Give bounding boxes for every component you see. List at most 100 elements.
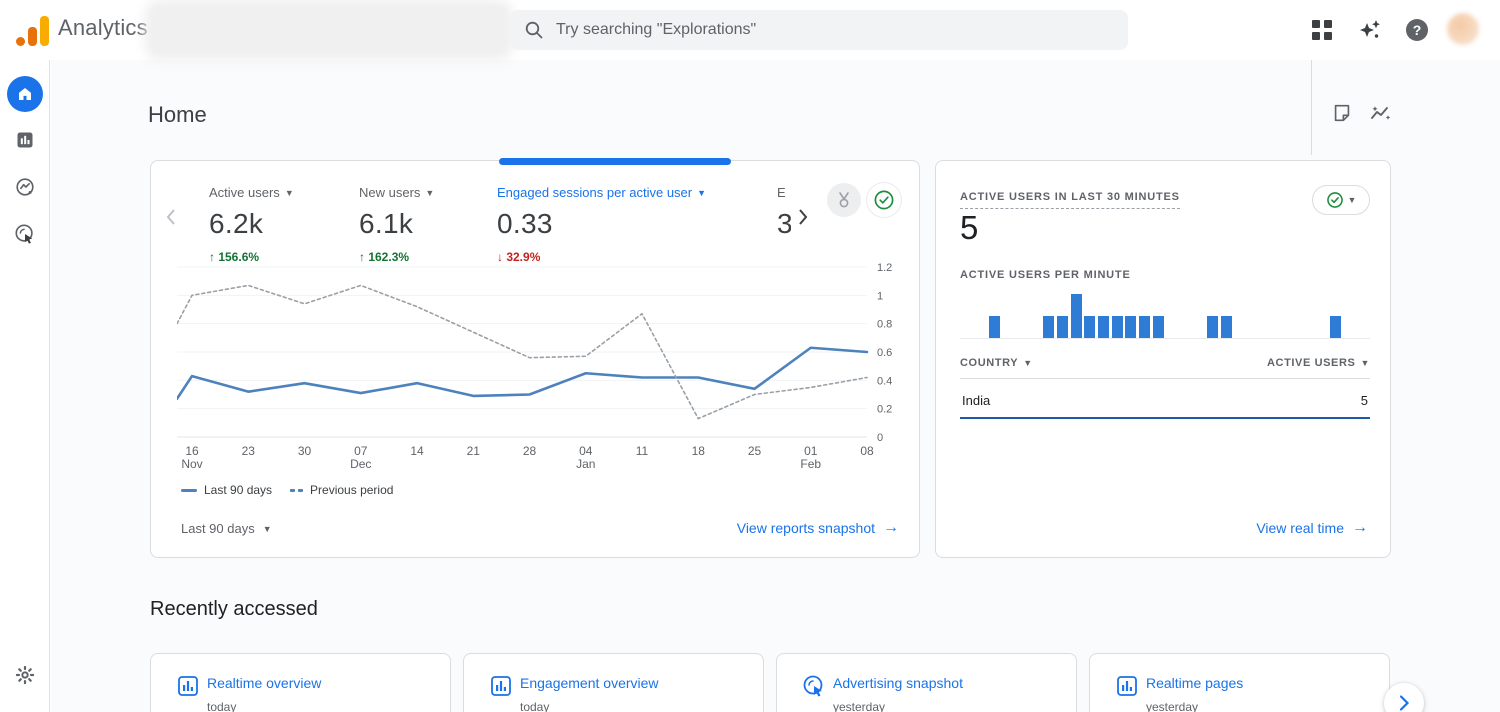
chevron-down-icon: ▼ [1023,358,1033,368]
search-input[interactable] [556,21,1114,39]
minute-bar [1330,316,1341,338]
minute-slot [1329,289,1343,338]
reports-icon [15,130,35,150]
recent-card-subtitle: yesterday [1146,700,1198,712]
metric-label-dropdown[interactable]: Active users▼ [209,185,294,200]
country-cell: India [962,393,990,408]
legend-label: Previous period [310,483,393,497]
country-column-sort[interactable]: COUNTRY▼ [960,357,1033,369]
svg-text:0.8: 0.8 [877,319,892,331]
carousel-scroll-indicator[interactable] [499,158,731,165]
account-switcher-redacted[interactable] [150,5,508,55]
minute-slot [1233,289,1247,338]
minute-slot [1206,289,1220,338]
advertising-icon [14,223,36,245]
carousel-prev-button[interactable] [161,205,181,229]
note-icon[interactable] [1329,100,1355,126]
minute-slot [1302,289,1316,338]
metric-label-dropdown[interactable]: New users▼ [359,185,434,200]
metric-label-text: Engaged sessions per active user [497,185,692,200]
legend-label: Last 90 days [204,483,272,497]
sparkle-insights-icon[interactable] [1356,16,1384,44]
x-tick-label: 14 [410,445,423,458]
global-search[interactable] [510,10,1128,50]
minute-slot [1151,289,1165,338]
apps-grid-icon[interactable] [1308,16,1336,44]
date-range-selector[interactable]: Last 90 days ▼ [181,521,272,536]
minute-slot [1056,289,1070,338]
minute-slot [1343,289,1357,338]
benchmarking-medal-button[interactable] [827,183,861,217]
header-divider [1311,60,1312,155]
x-tick-label: 21 [467,445,480,458]
minute-slot [1165,289,1179,338]
metric-label-dropdown[interactable]: E [777,185,791,200]
carousel-next-button[interactable] [793,205,813,229]
realtime-status-dropdown[interactable]: ▼ [1312,185,1370,215]
active-users-column-sort[interactable]: ACTIVE USERS▼ [1267,357,1370,369]
insights-trend-icon[interactable] [1367,100,1393,126]
recent-card-realtime-pages[interactable]: Realtime pagesyesterday [1089,653,1390,712]
minute-slot [1315,289,1329,338]
minute-bar [1084,316,1095,338]
recent-card-realtime-overview[interactable]: Realtime overviewtoday [150,653,451,712]
minute-bar [1071,294,1082,338]
minute-slot [1274,289,1288,338]
minute-slot [1179,289,1193,338]
minute-bar [1221,316,1232,338]
chevron-down-icon: ▼ [425,188,434,198]
metric-2: New users▼6.1k↑ 162.3% [359,185,434,264]
line-chart-x-axis: 16Nov233007Dec14212804Jan11182501Feb08 [177,445,877,477]
minute-slot [1288,289,1302,338]
x-tick-label: 04Jan [576,445,595,471]
minute-bar [1043,316,1054,338]
recent-next-button[interactable] [1384,683,1424,712]
recent-card-engagement-overview[interactable]: Engagement overviewtoday [463,653,764,712]
sidebar-item-admin[interactable] [0,655,50,695]
chevron-right-icon [1394,693,1414,712]
recent-card-subtitle: yesterday [833,700,885,712]
minute-slot [1124,289,1138,338]
x-tick-label: 18 [692,445,705,458]
minute-slot [1247,289,1261,338]
report-icon [176,674,200,698]
logo-bar-mid [28,27,37,46]
recent-card-advertising-snapshot[interactable]: Advertising snapshotyesterday [776,653,1077,712]
recent-card-title: Realtime overview [207,675,321,691]
realtime-title: ACTIVE USERS IN LAST 30 MINUTES [960,191,1180,209]
sidebar-item-explore[interactable] [0,167,50,207]
view-real-time-link[interactable]: View real time → [1256,519,1368,537]
check-circle-icon [1326,191,1344,209]
minute-slot [1138,289,1152,338]
avatar[interactable] [1447,13,1479,45]
svg-text:0.4: 0.4 [877,375,892,387]
sidebar-item-advertising[interactable] [0,214,50,254]
page-title: Home [148,102,207,128]
minute-slot [1110,289,1124,338]
minute-slot [1028,289,1042,338]
legend-solid-swatch [181,489,197,492]
x-tick-label: 23 [242,445,255,458]
sidebar-item-reports[interactable] [0,120,50,160]
minute-slot [1261,289,1275,338]
top-app-bar: Analytics ? [0,0,1500,60]
medal-icon [835,191,853,209]
report-icon [1115,674,1139,698]
sidebar-item-home[interactable] [0,74,50,114]
minute-slot [960,289,974,338]
minute-bar [1207,316,1218,338]
country-table-header: COUNTRY▼ ACTIVE USERS▼ [960,357,1370,379]
view-reports-snapshot-link[interactable]: View reports snapshot → [737,519,899,537]
x-tick-label: 30 [298,445,311,458]
minute-slot [974,289,988,338]
legend-dashed-swatch [290,489,303,492]
data-quality-check-button[interactable] [867,183,901,217]
country-table-body: India5 [960,385,1370,419]
metric-label-dropdown[interactable]: Engaged sessions per active user▼ [497,185,706,200]
main-content: Home Active users▼6.2k↑ 156.6%New users▼… [51,60,1500,712]
help-icon[interactable]: ? [1403,16,1431,44]
check-circle-icon [873,189,895,211]
x-tick-label: 28 [523,445,536,458]
svg-text:0.6: 0.6 [877,347,892,359]
metric-value: 3 [777,208,791,240]
